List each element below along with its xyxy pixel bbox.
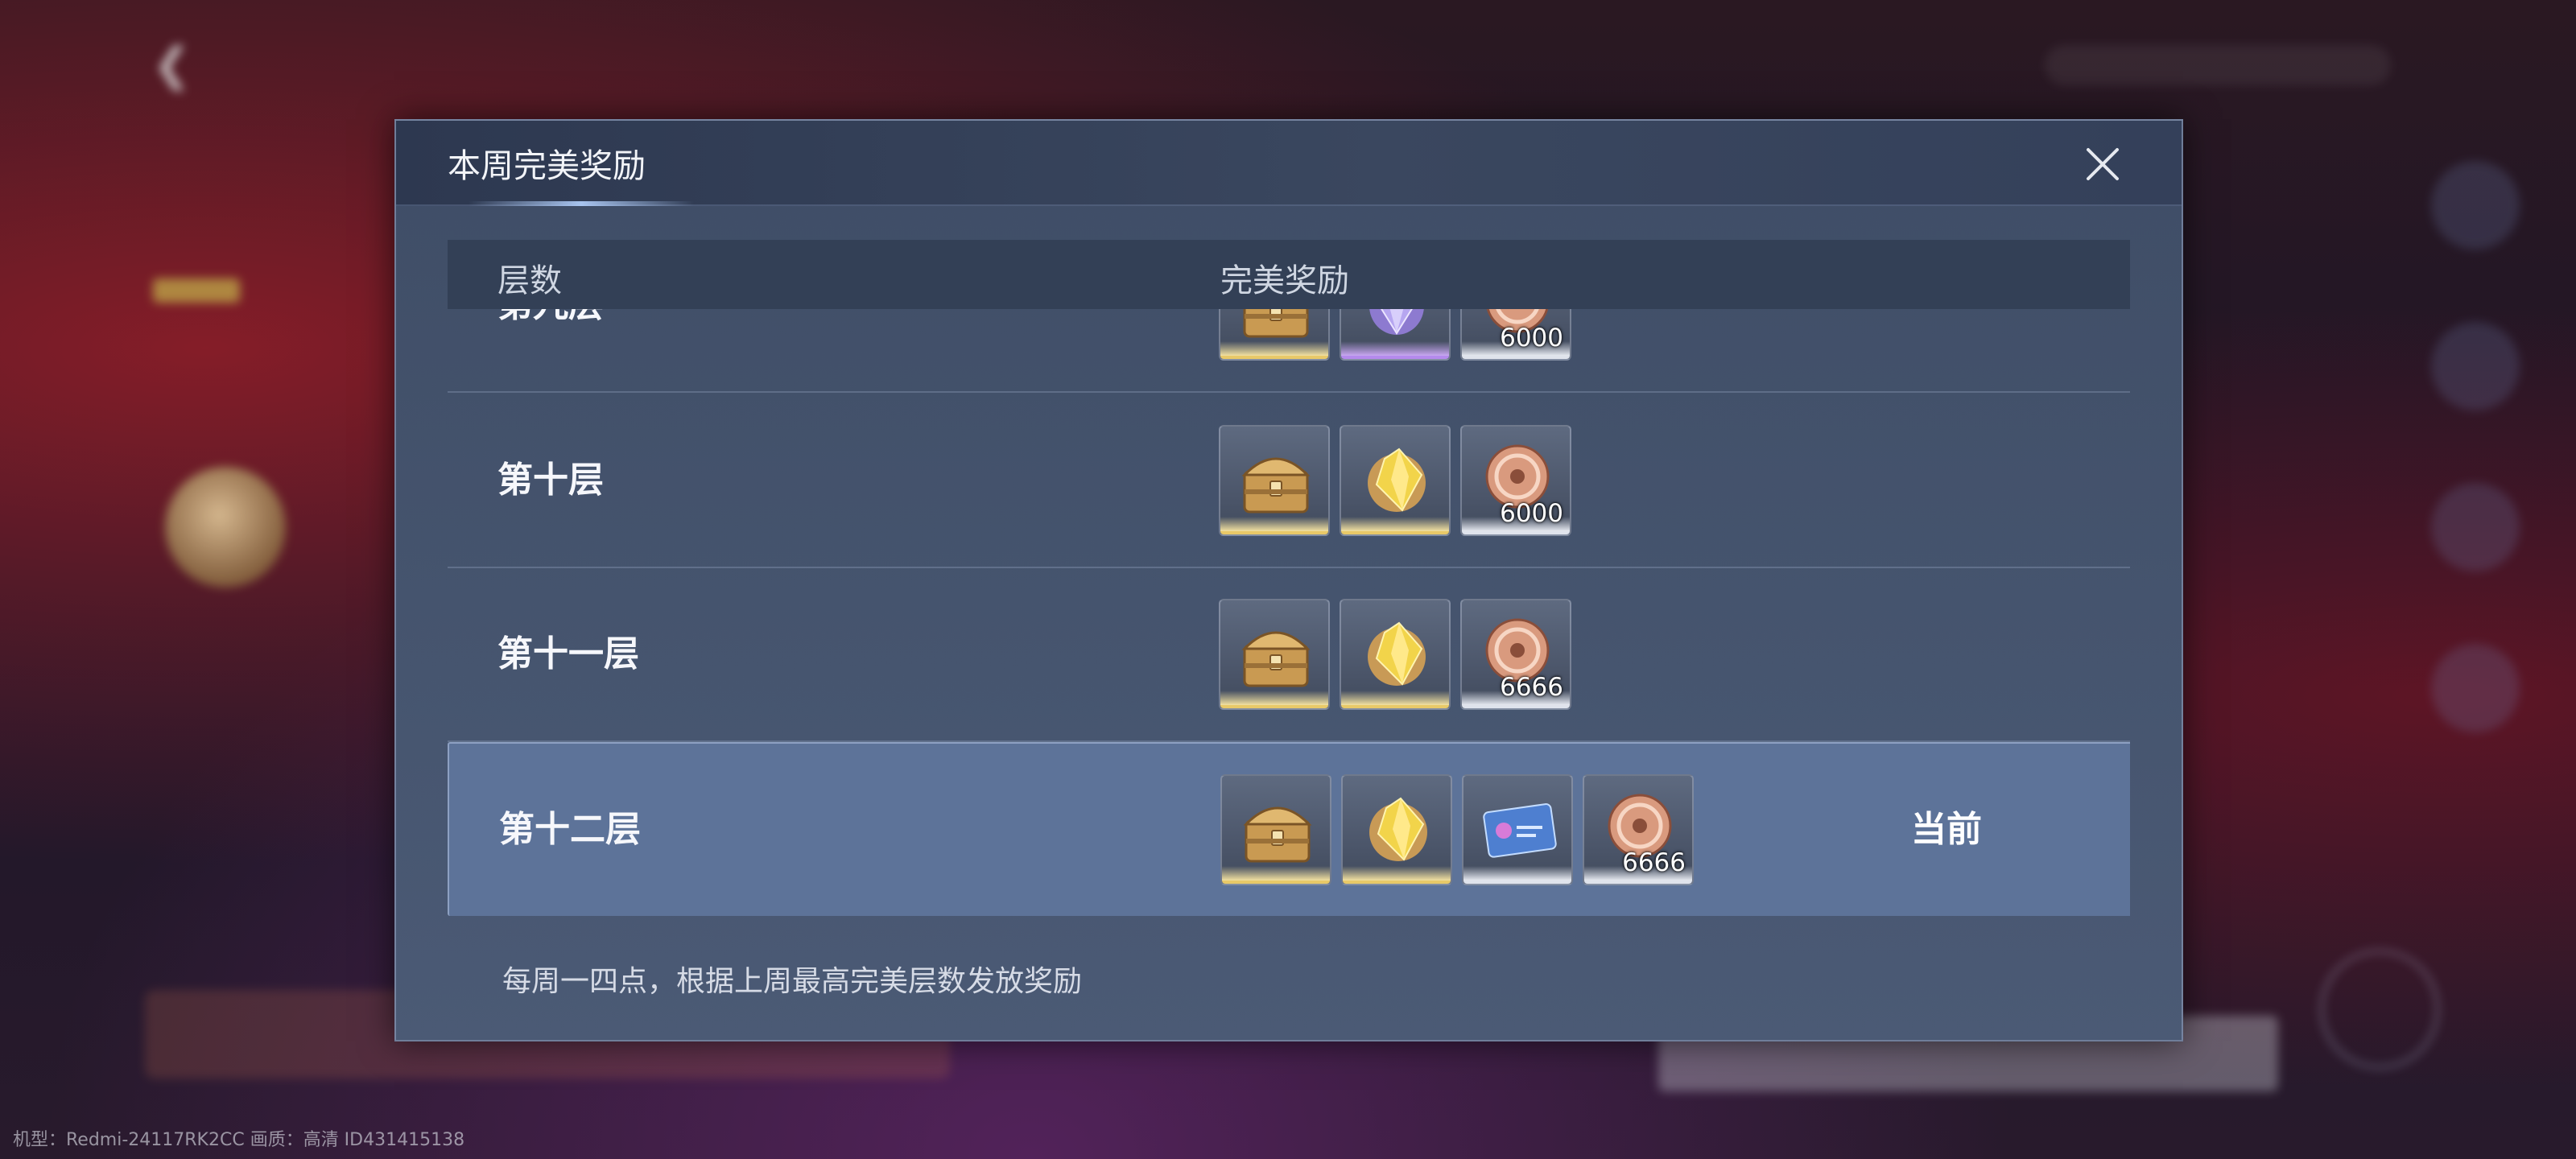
reward-row: 第十层 6000 [448, 394, 2130, 568]
background-avatar [165, 467, 286, 588]
column-header-floor: 层数 [497, 262, 562, 299]
rarity-bar [1341, 517, 1449, 534]
reward-rows-scroll[interactable]: 第九层 6000 第十层 6000 第十一层 6666 第十二层 6666 当前 [448, 309, 2130, 953]
background-resource-bar [2045, 45, 2391, 85]
row-floor-label: 第九层 [497, 309, 604, 391]
row-floor-label: 第十层 [497, 460, 604, 501]
reward-row: 第九层 6000 [448, 309, 2130, 393]
rarity-bar [1222, 866, 1330, 884]
close-button[interactable] [2079, 140, 2127, 188]
header-glow-decoration [469, 201, 694, 206]
back-arrow-icon: ❮ [153, 39, 191, 91]
reward-item[interactable] [1341, 774, 1452, 885]
reward-item[interactable] [1340, 309, 1451, 361]
reward-item[interactable] [1219, 425, 1330, 536]
weekly-perfect-reward-modal: 本周完美奖励 层数 完美奖励 第九层6000第十层6000第十一层6666第十二… [394, 119, 2183, 1041]
modal-header: 本周完美奖励 [396, 121, 2182, 206]
background-sidebar-item [2431, 644, 2520, 732]
column-header-reward: 完美奖励 [1220, 262, 1349, 299]
item-quantity: 6666 [1622, 848, 1686, 877]
close-icon [2087, 148, 2119, 180]
reward-row: 第十二层 6666 当前 [448, 742, 2130, 916]
footer-note: 每周一四点，根据上周最高完美层数发放奖励 [502, 965, 1083, 998]
reward-item[interactable] [1340, 425, 1451, 536]
reward-item[interactable] [1219, 599, 1330, 710]
reward-item[interactable]: 6666 [1460, 599, 1571, 710]
rarity-bar [1220, 341, 1328, 359]
background-plus-icon [2320, 950, 2439, 1069]
reward-item[interactable] [1462, 774, 1573, 885]
rarity-bar [1341, 341, 1449, 359]
row-floor-label: 第十一层 [497, 633, 639, 674]
rarity-bar [1343, 866, 1451, 884]
reward-item[interactable]: 6000 [1460, 309, 1571, 361]
rarity-bar [1220, 691, 1328, 708]
background-sidebar [2431, 161, 2528, 805]
background-sidebar-item [2431, 161, 2520, 250]
background-sidebar-item [2431, 483, 2520, 571]
reward-item[interactable]: 6666 [1583, 774, 1694, 885]
rarity-bar [1341, 691, 1449, 708]
row-floor-label: 第十二层 [499, 809, 641, 850]
background-sidebar-item [2431, 322, 2520, 410]
background-chip [153, 278, 240, 303]
rarity-bar [1220, 517, 1328, 534]
reward-item[interactable]: 6000 [1460, 425, 1571, 536]
reward-item[interactable] [1220, 774, 1331, 885]
current-floor-badge: 当前 [1911, 809, 1982, 850]
table-header: 层数 完美奖励 [448, 240, 2130, 309]
item-quantity: 6000 [1500, 324, 1563, 353]
reward-table: 层数 完美奖励 第九层 6000 第十层 6000 第十一层 6666 第十二层 6666 当前 [448, 240, 2130, 953]
item-quantity: 6666 [1500, 673, 1563, 702]
device-info: 机型：Redmi-24117RK2CC 画质：高清 ID431415138 [13, 1130, 465, 1150]
item-quantity: 6000 [1500, 499, 1563, 528]
reward-row: 第十一层 6666 [448, 568, 2130, 742]
reward-item[interactable] [1219, 309, 1330, 361]
rarity-bar [1463, 866, 1571, 884]
reward-item[interactable] [1340, 599, 1451, 710]
modal-title: 本周完美奖励 [448, 146, 646, 185]
